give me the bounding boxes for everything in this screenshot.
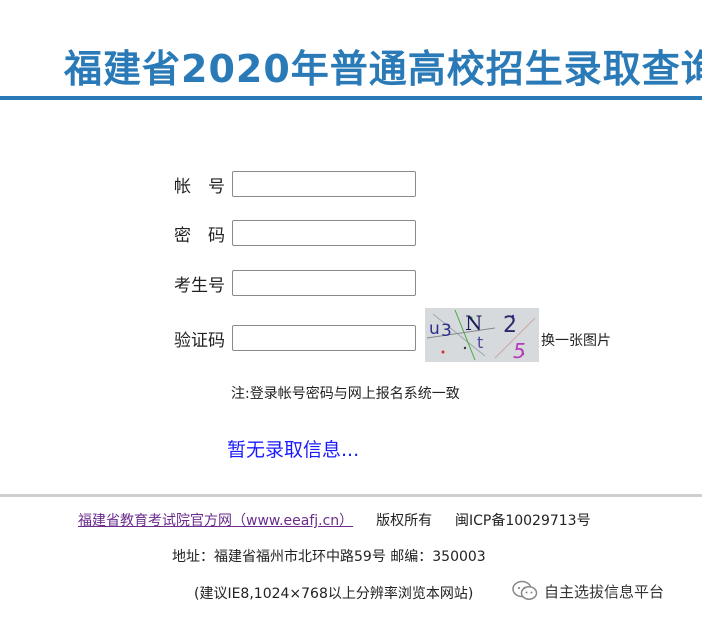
login-note: 注:登录帐号密码与网上报名系统一致 xyxy=(231,386,460,402)
footer-links: 福建省教育考试院官方网（www.eeafj.cn） 版权所有 闽ICP备1002… xyxy=(78,510,591,530)
copyright-text: 版权所有 xyxy=(376,513,433,529)
account-label: 帐 号 xyxy=(174,176,225,197)
svg-text:2: 2 xyxy=(503,313,517,338)
password-row: 密 码 xyxy=(174,218,416,248)
exam-number-label: 考生号 xyxy=(174,275,225,296)
page-title: 福建省2020年普通高校招生录取查询 xyxy=(64,47,702,91)
captcha-image[interactable]: u 3 N t 2 5 xyxy=(425,308,539,362)
header-divider xyxy=(0,96,702,100)
refresh-captcha-link[interactable]: 换一张图片 xyxy=(541,330,611,350)
footer-divider xyxy=(0,494,702,497)
svg-text:3: 3 xyxy=(441,321,452,341)
captcha-label: 验证码 xyxy=(174,330,225,351)
password-input[interactable] xyxy=(232,220,416,246)
captcha-input[interactable] xyxy=(232,325,416,351)
svg-text:t: t xyxy=(477,333,483,352)
exam-number-input[interactable] xyxy=(232,270,416,296)
captcha-row: 验证码 xyxy=(174,323,416,353)
exam-number-row: 考生号 xyxy=(174,268,416,298)
svg-text:N: N xyxy=(465,311,483,335)
result-status: 暂无录取信息... xyxy=(227,439,360,461)
wechat-icon xyxy=(512,580,538,602)
watermark: 自主选拔信息平台 xyxy=(512,580,664,602)
icp-text: 闽ICP备10029713号 xyxy=(454,513,591,529)
svg-text:u: u xyxy=(429,319,440,339)
captcha-graphic: u 3 N t 2 5 xyxy=(425,308,539,362)
password-label: 密 码 xyxy=(174,225,225,246)
footer-browser-hint: (建议IE8,1024×768以上分辨率浏览本网站) xyxy=(194,586,474,602)
svg-text:5: 5 xyxy=(513,339,526,362)
account-row: 帐 号 xyxy=(174,169,416,199)
footer-address: 地址：福建省福州市北环中路59号 邮编：350003 xyxy=(172,549,486,565)
watermark-text: 自主选拔信息平台 xyxy=(544,582,665,601)
official-site-link[interactable]: 福建省教育考试院官方网（www.eeafj.cn） xyxy=(78,513,353,529)
account-input[interactable] xyxy=(232,171,416,197)
